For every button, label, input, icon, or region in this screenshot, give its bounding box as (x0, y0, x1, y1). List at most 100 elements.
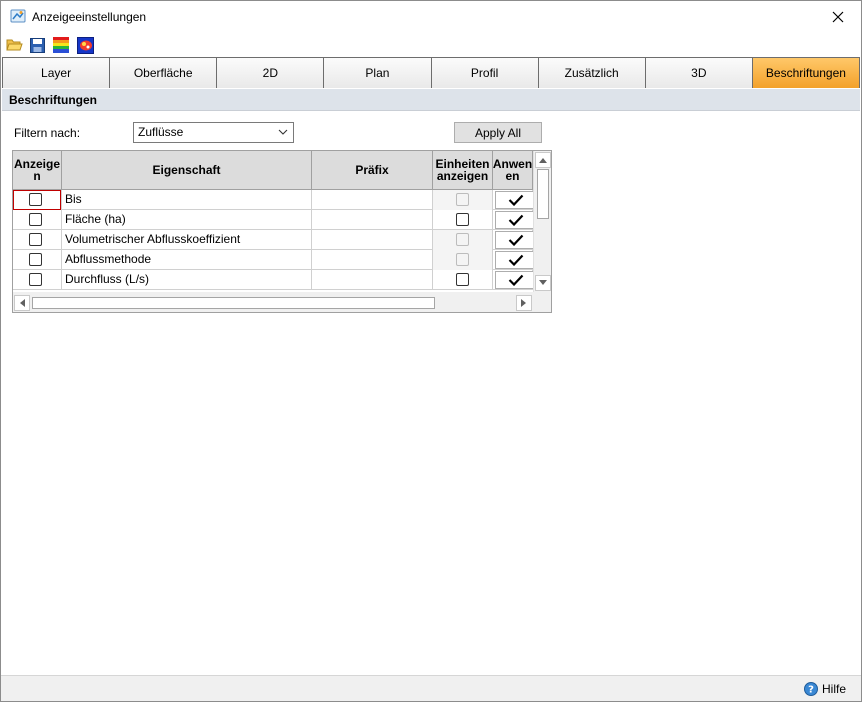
einheiten-cell (433, 270, 493, 290)
status-bar: ? Hilfe (1, 675, 861, 701)
einheiten-checkbox[interactable] (456, 213, 469, 226)
vertical-scroll-thumb[interactable] (537, 169, 549, 219)
praefix-cell[interactable] (312, 190, 433, 210)
anzeigen-cell (13, 190, 62, 210)
tab-profil[interactable]: Profil (430, 58, 538, 88)
chevron-down-icon (278, 129, 288, 135)
checkmark-icon (508, 274, 524, 286)
anzeigen-checkbox[interactable] (29, 253, 42, 266)
praefix-cell[interactable] (312, 270, 433, 290)
anwenden-cell (493, 250, 533, 270)
anzeigen-checkbox[interactable] (29, 233, 42, 246)
apply-all-button[interactable]: Apply All (454, 122, 542, 143)
filter-dropdown[interactable]: Zuflüsse (133, 122, 294, 143)
anwenden-cell (493, 270, 533, 290)
anwenden-cell (493, 230, 533, 250)
anzeigen-cell (13, 270, 62, 290)
vertical-scrollbar[interactable] (533, 151, 551, 292)
header-praefix[interactable]: Präfix (312, 151, 433, 190)
title-bar: Anzeigeeinstellungen (1, 1, 861, 33)
save-button[interactable] (28, 36, 46, 54)
apply-row-button[interactable] (495, 191, 533, 209)
scroll-right-button[interactable] (516, 295, 532, 311)
eigenschaft-cell: Fläche (ha) (62, 210, 312, 230)
einheiten-checkbox (456, 193, 469, 206)
arrow-left-icon (20, 299, 25, 307)
apply-row-button[interactable] (495, 271, 533, 289)
table-row: Volumetrischer Abflusskoeffizient (13, 230, 533, 250)
app-icon (10, 8, 26, 24)
header-eigenschaft[interactable]: Eigenschaft (62, 151, 312, 190)
tab-bar: Layer Oberfläche 2D Plan Profil Zusätzli… (2, 57, 860, 88)
help-icon: ? (803, 682, 818, 696)
horizontal-scroll-thumb[interactable] (32, 297, 435, 309)
table-row: Fläche (ha) (13, 210, 533, 230)
close-button[interactable] (815, 1, 861, 32)
table-row: Durchfluss (L/s) (13, 270, 533, 290)
tab-plan[interactable]: Plan (323, 58, 431, 88)
grid-viewport: Anzeige n Eigenschaft Präfix Einheiten a… (13, 151, 533, 292)
apply-row-button[interactable] (495, 231, 533, 249)
properties-grid: Anzeige n Eigenschaft Präfix Einheiten a… (12, 150, 552, 313)
anzeigen-cell (13, 230, 62, 250)
eigenschaft-cell: Volumetrischer Abflusskoeffizient (62, 230, 312, 250)
anwenden-cell (493, 190, 533, 210)
eigenschaft-cell: Abflussmethode (62, 250, 312, 270)
einheiten-checkbox (456, 253, 469, 266)
praefix-cell[interactable] (312, 250, 433, 270)
color-ramp-button[interactable] (52, 36, 70, 54)
dialog-window: Anzeigeeinstellungen Layer Oberfläche 2D… (0, 0, 862, 702)
einheiten-cell (433, 230, 493, 250)
anzeigen-checkbox[interactable] (29, 273, 42, 286)
palette-icon (76, 36, 94, 54)
palette-button[interactable] (76, 36, 94, 54)
color-ramp-icon (53, 37, 69, 53)
anzeigen-cell (13, 210, 62, 230)
close-icon (832, 11, 844, 22)
save-icon (29, 37, 45, 53)
checkmark-icon (508, 214, 524, 226)
toolbar (1, 34, 861, 56)
scroll-down-button[interactable] (535, 275, 551, 291)
scroll-left-button[interactable] (14, 295, 30, 311)
filter-value: Zuflüsse (138, 125, 184, 139)
open-folder-icon (5, 39, 23, 51)
horizontal-scrollbar[interactable] (13, 294, 533, 312)
checkmark-icon (508, 194, 524, 206)
help-label: Hilfe (821, 682, 846, 696)
praefix-cell[interactable] (312, 230, 433, 250)
anwenden-cell (493, 210, 533, 230)
praefix-cell[interactable] (312, 210, 433, 230)
arrow-down-icon (539, 280, 547, 285)
help-button[interactable]: ? Hilfe (803, 682, 846, 696)
tab-2d[interactable]: 2D (216, 58, 324, 88)
checkmark-icon (508, 254, 524, 266)
tab-oberflaeche[interactable]: Oberfläche (109, 58, 217, 88)
apply-row-button[interactable] (495, 251, 533, 269)
anzeigen-cell (13, 250, 62, 270)
einheiten-cell (433, 250, 493, 270)
tab-zusaetzlich[interactable]: Zusätzlich (537, 58, 645, 88)
scroll-up-button[interactable] (535, 152, 551, 168)
open-folder-button[interactable] (5, 36, 23, 54)
table-row: Abflussmethode (13, 250, 533, 270)
tab-3d[interactable]: 3D (644, 58, 752, 88)
svg-text:?: ? (808, 685, 814, 696)
arrow-up-icon (539, 158, 547, 163)
arrow-right-icon (521, 299, 526, 307)
window-title: Anzeigeeinstellungen (32, 10, 147, 24)
focus-indicator (13, 190, 61, 210)
apply-row-button[interactable] (495, 211, 533, 229)
einheiten-checkbox[interactable] (456, 273, 469, 286)
eigenschaft-cell: Bis (62, 190, 312, 210)
filter-label: Filtern nach: (14, 126, 81, 140)
header-anzeigen[interactable]: Anzeige n (13, 151, 62, 190)
einheiten-checkbox (456, 233, 469, 246)
tab-beschriftungen[interactable]: Beschriftungen (751, 58, 860, 88)
table-row: Bis (13, 190, 533, 210)
header-einheiten[interactable]: Einheiten anzeigen (433, 151, 493, 190)
header-anwenden[interactable]: Anwen en (493, 151, 533, 190)
anzeigen-checkbox[interactable] (29, 213, 42, 226)
einheiten-cell (433, 190, 493, 210)
tab-layer[interactable]: Layer (2, 58, 110, 88)
